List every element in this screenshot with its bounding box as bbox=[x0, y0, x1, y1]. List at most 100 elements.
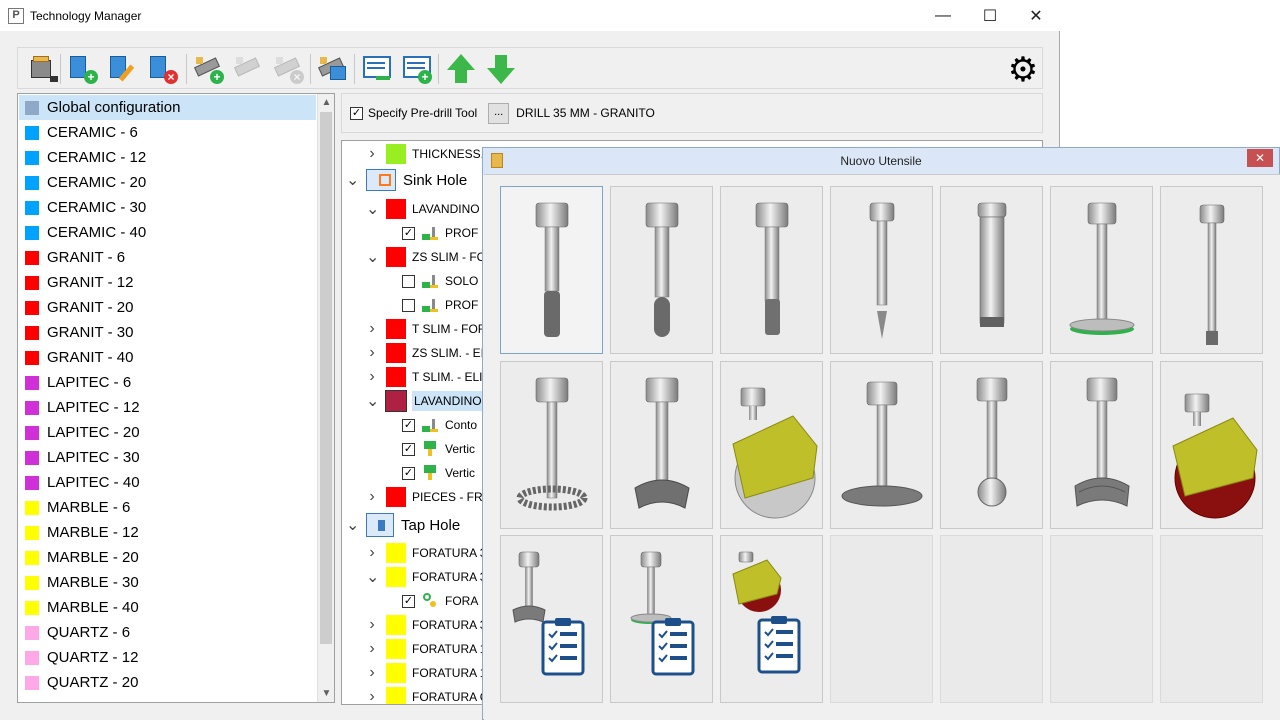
chevron-down-icon[interactable]: ⌄ bbox=[346, 515, 359, 535]
tree-row-tool[interactable]: › FORATURA C bbox=[366, 685, 488, 704]
tool-tile[interactable] bbox=[940, 361, 1043, 529]
add-tool-button[interactable]: + bbox=[192, 52, 226, 86]
tree-row-category[interactable]: ⌄ Sink Hole bbox=[346, 168, 467, 192]
delete-material-button[interactable]: × bbox=[146, 52, 180, 86]
operation-checkbox[interactable]: ✓ bbox=[402, 466, 415, 480]
chevron-right-icon[interactable]: › bbox=[366, 640, 378, 658]
tree-row-op[interactable]: SOLO bbox=[402, 269, 478, 293]
material-list-item[interactable]: LAPITEC - 40 bbox=[19, 470, 316, 495]
tree-row-category[interactable]: ⌄ Tap Hole bbox=[346, 513, 460, 537]
chevron-right-icon[interactable]: › bbox=[366, 664, 378, 682]
tree-row-tool[interactable]: › T SLIM. - ELI bbox=[366, 365, 482, 389]
tool-tile[interactable] bbox=[1050, 186, 1153, 354]
tree-row-op[interactable]: ✓ PROF bbox=[402, 221, 478, 245]
material-list-item[interactable]: MARBLE - 20 bbox=[19, 545, 316, 570]
tree-row-tool[interactable]: › FORATURA 1 bbox=[366, 661, 486, 685]
tree-row-tool[interactable]: › FORATURA 1 bbox=[366, 637, 486, 661]
chevron-right-icon[interactable]: › bbox=[366, 320, 378, 338]
material-list-item[interactable]: QUARTZ - 6 bbox=[19, 620, 316, 645]
add-row-button[interactable]: + bbox=[400, 52, 434, 86]
chevron-down-icon[interactable]: ⌄ bbox=[366, 567, 379, 587]
tool-tile[interactable] bbox=[720, 186, 823, 354]
tool-tile[interactable] bbox=[940, 186, 1043, 354]
tool-tile[interactable] bbox=[720, 361, 823, 529]
tool-tile[interactable] bbox=[610, 186, 713, 354]
chevron-down-icon[interactable]: ⌄ bbox=[366, 391, 379, 411]
remove-row-button[interactable] bbox=[360, 52, 394, 86]
chevron-right-icon[interactable]: › bbox=[366, 488, 378, 506]
material-list-item[interactable]: GRANIT - 6 bbox=[19, 245, 316, 270]
tool-tile[interactable] bbox=[610, 361, 713, 529]
chevron-right-icon[interactable]: › bbox=[366, 616, 378, 634]
settings-gear-icon[interactable]: ⚙ bbox=[1006, 53, 1040, 87]
tool-tile[interactable] bbox=[830, 361, 933, 529]
operation-checkbox[interactable] bbox=[402, 274, 415, 288]
material-list-item[interactable]: GRANIT - 12 bbox=[19, 270, 316, 295]
material-list-item[interactable]: MARBLE - 40 bbox=[19, 595, 316, 620]
material-list-item[interactable]: CERAMIC - 6 bbox=[19, 120, 316, 145]
tool-tile[interactable] bbox=[500, 535, 603, 703]
operation-checkbox[interactable]: ✓ bbox=[402, 226, 415, 240]
minimize-button[interactable]: — bbox=[920, 0, 966, 31]
tree-row-tool[interactable]: ⌄ LAVANDINO bbox=[366, 389, 484, 413]
material-list-item[interactable]: LAPITEC - 30 bbox=[19, 445, 316, 470]
scroll-up-arrow-icon[interactable]: ▲ bbox=[318, 94, 334, 111]
database-menu-button[interactable] bbox=[26, 52, 60, 86]
material-list-scrollbar[interactable]: ▲ ▼ bbox=[317, 94, 334, 702]
tree-row-op[interactable]: ✓ Conto bbox=[402, 413, 477, 437]
close-button[interactable]: ✕ bbox=[1013, 0, 1059, 31]
operation-checkbox[interactable]: ✓ bbox=[402, 442, 415, 456]
tree-row-tool[interactable]: › THICKNESS. bbox=[366, 142, 484, 166]
operation-checkbox[interactable] bbox=[402, 298, 415, 312]
material-list-item[interactable]: GRANIT - 30 bbox=[19, 320, 316, 345]
edit-tool-button[interactable] bbox=[232, 52, 266, 86]
tool-tile[interactable] bbox=[720, 535, 823, 703]
tree-row-tool[interactable]: › T SLIM - FOF bbox=[366, 317, 485, 341]
material-list-item[interactable]: LAPITEC - 6 bbox=[19, 370, 316, 395]
operation-checkbox[interactable]: ✓ bbox=[402, 594, 415, 608]
material-list-item[interactable]: MARBLE - 30 bbox=[19, 570, 316, 595]
material-list-item[interactable]: LAPITEC - 20 bbox=[19, 420, 316, 445]
tool-tile[interactable] bbox=[830, 186, 933, 354]
chevron-right-icon[interactable]: › bbox=[366, 544, 378, 562]
tool-tile[interactable] bbox=[500, 186, 603, 354]
tree-row-tool[interactable]: › FORATURA 3 bbox=[366, 613, 486, 637]
tree-row-tool[interactable]: ⌄ LAVANDINO bbox=[366, 197, 480, 221]
edit-material-button[interactable] bbox=[106, 52, 140, 86]
move-down-button[interactable] bbox=[484, 52, 518, 86]
tree-row-tool[interactable]: ⌄ FORATURA 3 bbox=[366, 565, 486, 589]
tree-row-op[interactable]: ✓ Vertic bbox=[402, 461, 475, 485]
chevron-right-icon[interactable]: › bbox=[366, 688, 378, 704]
tree-row-tool[interactable]: › FORATURA 3 bbox=[366, 541, 486, 565]
material-list-item[interactable]: LAPITEC - 12 bbox=[19, 395, 316, 420]
scroll-thumb[interactable] bbox=[320, 112, 332, 644]
tree-row-op[interactable]: ✓ FORA bbox=[402, 589, 478, 613]
tool-tile[interactable] bbox=[500, 361, 603, 529]
add-material-button[interactable]: + bbox=[66, 52, 100, 86]
chevron-right-icon[interactable]: › bbox=[366, 368, 378, 386]
material-list-item[interactable]: GRANIT - 20 bbox=[19, 295, 316, 320]
predrill-checkbox[interactable]: ✓ bbox=[350, 106, 363, 120]
material-list-item[interactable]: CERAMIC - 20 bbox=[19, 170, 316, 195]
material-list-item[interactable]: MARBLE - 6 bbox=[19, 495, 316, 520]
tree-row-tool[interactable]: › ZS SLIM. - EI bbox=[366, 341, 484, 365]
tree-row-op[interactable]: ✓ Vertic bbox=[402, 437, 475, 461]
chevron-down-icon[interactable]: ⌄ bbox=[346, 170, 359, 190]
tree-row-tool[interactable]: › PIECES - FRO bbox=[366, 485, 492, 509]
material-list-item[interactable]: QUARTZ - 12 bbox=[19, 645, 316, 670]
material-list[interactable]: ▲ ▼ Global configuration CERAMIC - 6 CERAM… bbox=[17, 93, 335, 703]
material-list-item[interactable]: CERAMIC - 30 bbox=[19, 195, 316, 220]
predrill-browse-button[interactable]: ... bbox=[488, 102, 510, 124]
tool-tile[interactable] bbox=[610, 535, 713, 703]
material-list-item[interactable]: GRANIT - 40 bbox=[19, 345, 316, 370]
material-list-item[interactable]: CERAMIC - 40 bbox=[19, 220, 316, 245]
tree-row-tool[interactable]: ⌄ ZS SLIM - FC bbox=[366, 245, 485, 269]
chevron-right-icon[interactable]: › bbox=[366, 344, 378, 362]
tree-row-op[interactable]: PROF bbox=[402, 293, 478, 317]
tool-tile[interactable] bbox=[1160, 361, 1263, 529]
tool-tile[interactable] bbox=[1050, 361, 1153, 529]
dialog-close-button[interactable]: ✕ bbox=[1247, 149, 1273, 167]
copy-tool-button[interactable] bbox=[316, 52, 350, 86]
delete-tool-button[interactable]: × bbox=[272, 52, 306, 86]
material-list-item[interactable]: Global configuration bbox=[19, 95, 316, 120]
